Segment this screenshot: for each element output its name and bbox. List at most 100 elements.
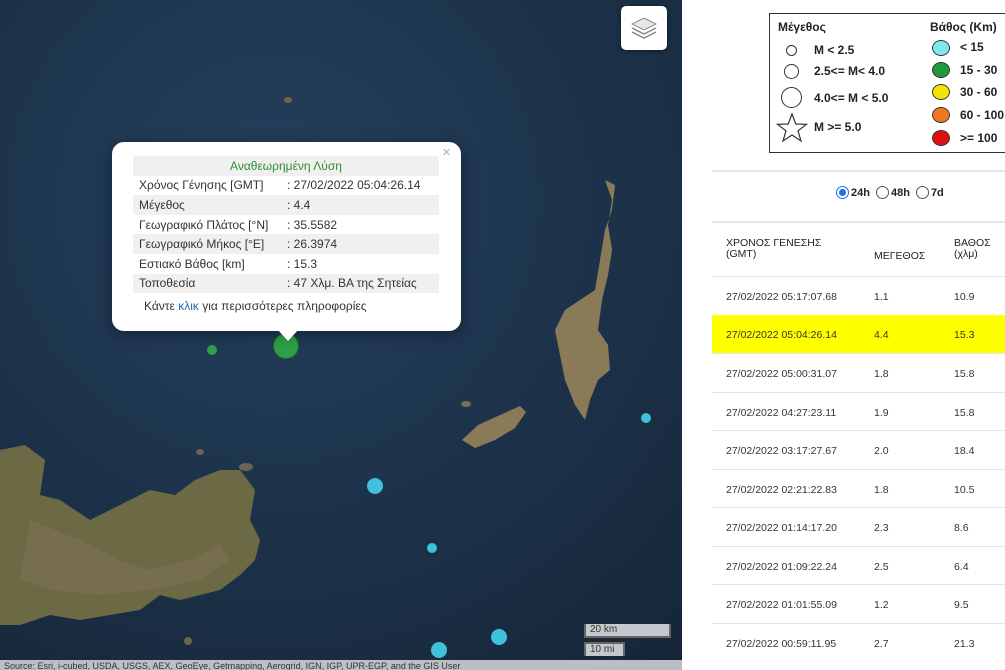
time-range-filter: 24h 48h 7d: [836, 186, 944, 199]
table-row[interactable]: 27/02/2022 01:09:22.24 2.5 6.4: [712, 545, 1005, 585]
popup-value: : 4.4: [287, 195, 439, 215]
cell-depth: 15.3: [954, 328, 975, 341]
column-header-time[interactable]: ΧΡΟΝΟΣ ΓΕΝΕΣΗΣ (GMT): [726, 238, 821, 260]
column-header-depth[interactable]: ΒΑΘΟΣ (χλμ): [954, 238, 991, 260]
cell-time: 27/02/2022 02:21:22.83: [726, 483, 837, 496]
layers-control-button[interactable]: [621, 6, 667, 50]
cell-magnitude: 2.5: [874, 560, 889, 573]
cell-time: 27/02/2022 05:00:31.07: [726, 368, 837, 380]
popup-details-table: Αναθεωρημένη Λύση Χρόνος Γένησης [GMT] : …: [133, 156, 439, 294]
popup-label: Χρόνος Γένησης [GMT]: [139, 178, 264, 193]
depth-green-circle-icon: [932, 62, 950, 78]
cell-depth: 18.4: [954, 445, 975, 457]
cell-time: 27/02/2022 05:17:07.68: [726, 291, 837, 303]
cell-time: 27/02/2022 01:14:17.20: [726, 522, 837, 534]
earthquake-marker[interactable]: [207, 345, 217, 355]
legend-magnitude-title: Μέγεθος: [778, 20, 826, 34]
legend-depth-label: 30 - 60: [960, 85, 998, 99]
table-row[interactable]: 27/02/2022 03:17:27.67 2.0 18.4: [712, 430, 1005, 469]
satellite-basemap: [0, 0, 682, 670]
table-row[interactable]: 27/02/2022 04:27:23.11 1.9 15.8: [712, 391, 1005, 431]
table-row[interactable]: 27/02/2022 05:17:07.68 1.1 10.9: [712, 276, 1005, 315]
section-divider: [712, 170, 1005, 172]
cell-depth: 8.6: [954, 522, 969, 534]
radio-48h[interactable]: [875, 186, 889, 199]
legend-magnitude-label: 4.0<= M < 5.0: [814, 91, 889, 105]
table-row[interactable]: 27/02/2022 05:00:31.07 1.8 15.8: [712, 353, 1005, 392]
popup-label: Τοποθεσία: [133, 273, 287, 294]
earthquake-marker[interactable]: [427, 543, 437, 553]
table-row-selected[interactable]: 27/02/2022 05:04:26.14 4.4 15.3: [712, 314, 1005, 353]
cell-magnitude: 1.1: [874, 291, 889, 303]
legend-depth-title: Βάθος (Km): [930, 20, 997, 34]
scale-bar-mi: 10 mi: [584, 642, 625, 656]
table-row[interactable]: 27/02/2022 01:01:55.09 1.2 9.5: [712, 584, 1005, 623]
section-divider: [712, 221, 1005, 223]
magnitude-medium-circle-icon: [784, 64, 799, 79]
popup-value: : 35.5582: [287, 217, 338, 232]
table-row[interactable]: 27/02/2022 00:59:11.95 2.7 21.3: [712, 622, 1005, 662]
cell-depth: 15.8: [954, 368, 975, 380]
cell-depth: 15.8: [954, 406, 975, 419]
legend-box: Μέγεθος Βάθος (Km) M < 2.5 2.5<= M< 4.0 …: [769, 13, 1005, 153]
popup-more-info: Κάντε κλικ για περισσότερες πληροφορίες: [144, 299, 367, 313]
legend-magnitude-label: M < 2.5: [814, 43, 855, 57]
depth-yellow-circle-icon: [932, 84, 950, 100]
radio-label: 7d: [930, 186, 944, 199]
cell-time: 27/02/2022 03:17:27.67: [726, 445, 837, 457]
cell-magnitude: 2.3: [874, 522, 889, 534]
popup-title: Αναθεωρημένη Λύση: [133, 156, 439, 176]
legend-magnitude-label: M >= 5.0: [814, 120, 862, 134]
cell-depth: 10.9: [954, 291, 975, 303]
table-row[interactable]: 27/02/2022 02:21:22.83 1.8 10.5: [712, 468, 1005, 508]
earthquake-marker[interactable]: [431, 642, 447, 658]
popup-value: : 26.3974: [287, 234, 439, 254]
scale-bar-km: 20 km: [584, 624, 671, 638]
popup-label: Μέγεθος: [133, 195, 287, 215]
map-view[interactable]: × Αναθεωρημένη Λύση Χρόνος Γένησης [GMT]…: [0, 0, 682, 670]
popup-value: : 47 Χλμ. ΒΑ της Σητείας: [287, 273, 439, 294]
earthquake-marker[interactable]: [367, 478, 383, 494]
legend-depth-label: 15 - 30: [960, 63, 998, 77]
cell-magnitude: 1.8: [874, 368, 889, 380]
earthquake-marker[interactable]: [491, 629, 507, 645]
cell-magnitude: 2.7: [874, 637, 889, 650]
cell-magnitude: 4.4: [874, 328, 889, 341]
cell-depth: 6.4: [954, 560, 969, 573]
cell-time: 27/02/2022 05:04:26.14: [726, 328, 837, 341]
popup-label: Εστιακό Βάθος [km]: [139, 256, 245, 271]
cell-time: 27/02/2022 01:01:55.09: [726, 599, 837, 611]
table-row[interactable]: 27/02/2022 01:14:17.20 2.3 8.6: [712, 507, 1005, 546]
magnitude-star-icon: [776, 112, 808, 143]
magnitude-small-circle-icon: [786, 45, 797, 56]
popup-value: : 27/02/2022 05:04:26.14: [287, 178, 421, 193]
cell-depth: 21.3: [954, 637, 975, 650]
cell-depth: 9.5: [954, 599, 969, 611]
cell-magnitude: 1.8: [874, 483, 889, 496]
legend-magnitude-label: 2.5<= M< 4.0: [814, 64, 886, 78]
layers-icon: [630, 17, 658, 39]
radio-24h[interactable]: [836, 186, 849, 199]
panel-divider: [682, 0, 712, 670]
map-attribution: Source: Esri, i-cubed, USDA, USGS, AEX, …: [0, 660, 682, 670]
cell-time: 27/02/2022 01:09:22.24: [726, 560, 837, 573]
popup-label: Γεωγραφικό Μήκος [°E]: [133, 234, 287, 254]
depth-orange-circle-icon: [932, 107, 950, 123]
popup-close-button[interactable]: ×: [442, 145, 451, 160]
column-header-magnitude[interactable]: ΜΕΓΕΘΟΣ: [874, 251, 925, 262]
radio-7d[interactable]: [915, 186, 929, 199]
cell-depth: 10.5: [954, 483, 975, 496]
legend-depth-label: 60 - 100: [960, 108, 1005, 122]
depth-red-circle-icon: [932, 130, 950, 146]
cell-time: 27/02/2022 04:27:23.11: [726, 406, 837, 419]
radio-label: 48h: [890, 186, 910, 199]
legend-depth-label: < 15: [960, 40, 984, 54]
popup-tip: [277, 329, 299, 341]
popup-value: : 15.3: [287, 256, 318, 271]
more-info-link[interactable]: κλικ: [178, 299, 199, 313]
popup-label: Γεωγραφικό Πλάτος [°N]: [139, 217, 269, 232]
cell-magnitude: 1.2: [874, 599, 889, 611]
legend-depth-label: >= 100: [960, 131, 998, 145]
earthquake-marker[interactable]: [641, 413, 651, 423]
magnitude-large-circle-icon: [781, 87, 802, 108]
